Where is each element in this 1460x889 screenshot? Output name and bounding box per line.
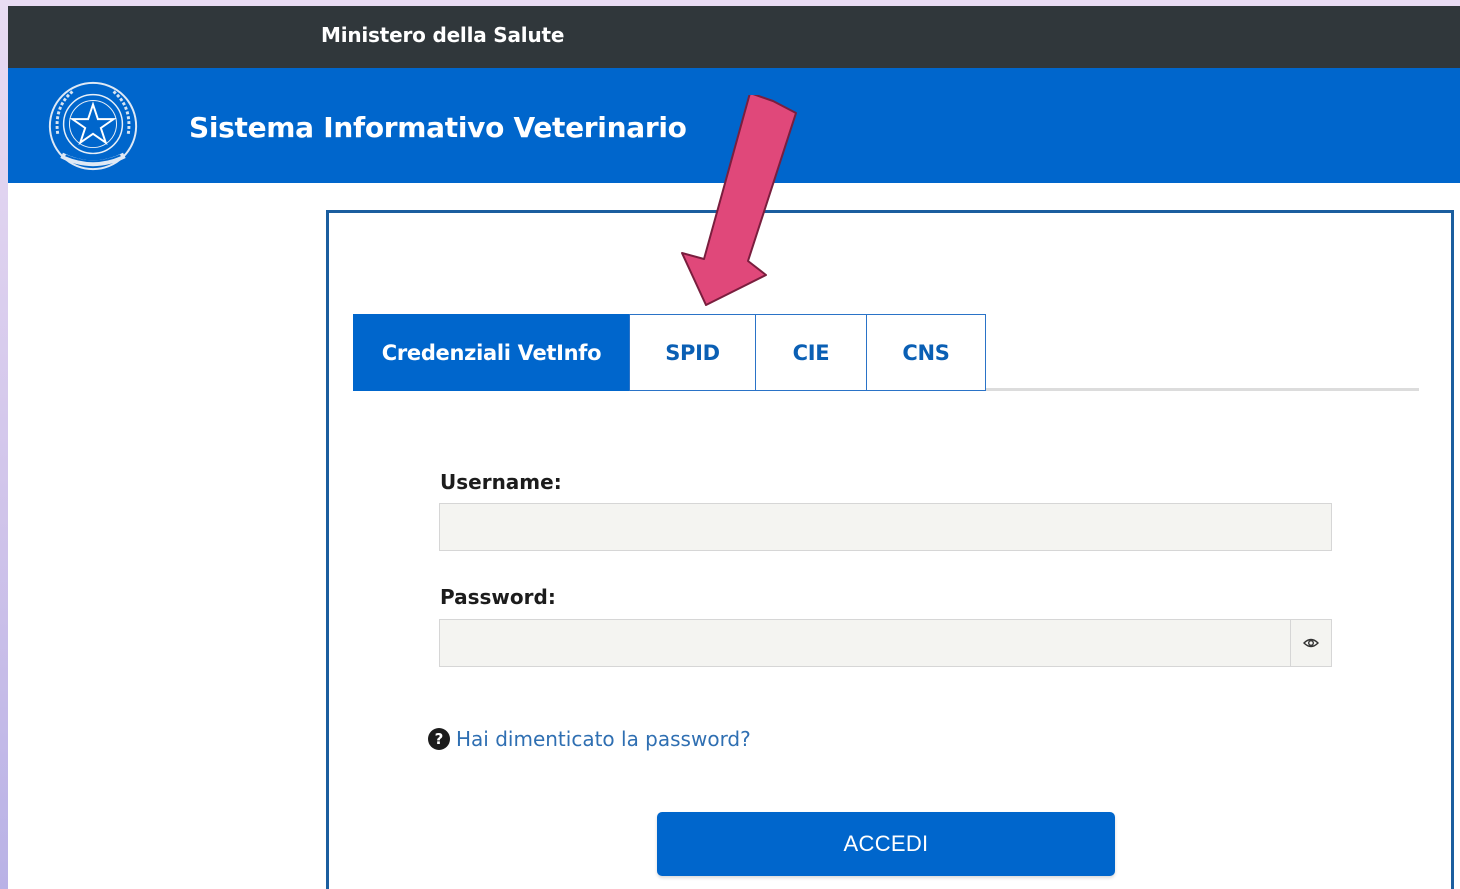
password-label: Password: [440,585,556,609]
annotation-arrow-icon [681,95,797,306]
forgot-password-link[interactable]: ? Hai dimenticato la password? [428,724,751,754]
tab-credenziali-vetinfo[interactable]: Credenziali VetInfo [353,314,630,391]
password-field[interactable] [439,619,1291,667]
accedi-button[interactable]: ACCEDI [657,812,1115,876]
eye-icon [1303,638,1319,648]
tab-spid[interactable]: SPID [629,314,756,391]
username-field[interactable] [439,503,1332,551]
question-circle-icon: ? [428,728,450,750]
username-label: Username: [440,470,562,494]
tab-cie[interactable]: CIE [755,314,867,391]
app-title: Sistema Informativo Veterinario [189,111,687,144]
italian-republic-emblem-icon [48,81,138,171]
show-password-button[interactable] [1290,619,1332,667]
top-bar: Ministero della Salute [8,6,1460,68]
tab-cns[interactable]: CNS [866,314,986,391]
ministry-name: Ministero della Salute [321,23,565,47]
forgot-password-text[interactable]: Hai dimenticato la password? [456,727,751,751]
